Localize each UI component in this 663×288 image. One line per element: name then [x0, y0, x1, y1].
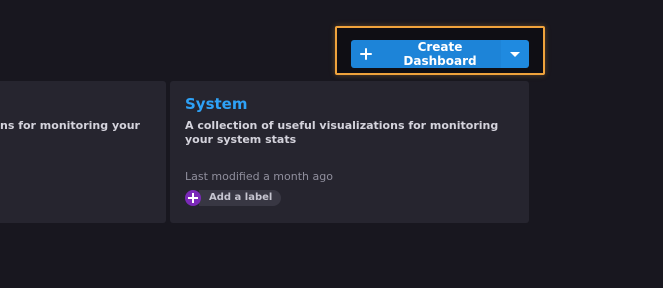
plus-icon [360, 48, 372, 60]
create-dashboard-button-group: Create Dashboard [351, 40, 529, 68]
caret-down-icon [510, 51, 520, 57]
card-description: A collection of useful visualizations fo… [185, 119, 499, 146]
card-modified-time: Last modified a month ago [185, 170, 333, 183]
dashboard-card-system: System A collection of useful visualizat… [170, 81, 529, 223]
dashboard-card: ns for monitoring your [0, 81, 166, 223]
create-dashboard-dropdown-button[interactable] [501, 40, 529, 68]
create-dashboard-button[interactable]: Create Dashboard [351, 40, 501, 68]
label-row: Add a label [185, 190, 282, 206]
card-description: ns for monitoring your [0, 119, 140, 132]
dashboards-page: Create Dashboard ns for monitoring your … [0, 0, 663, 288]
card-title[interactable]: System [185, 95, 247, 113]
plus-circle-icon[interactable] [185, 190, 201, 206]
add-label-button[interactable]: Add a label [199, 190, 282, 206]
create-dashboard-label: Create Dashboard [403, 40, 477, 68]
